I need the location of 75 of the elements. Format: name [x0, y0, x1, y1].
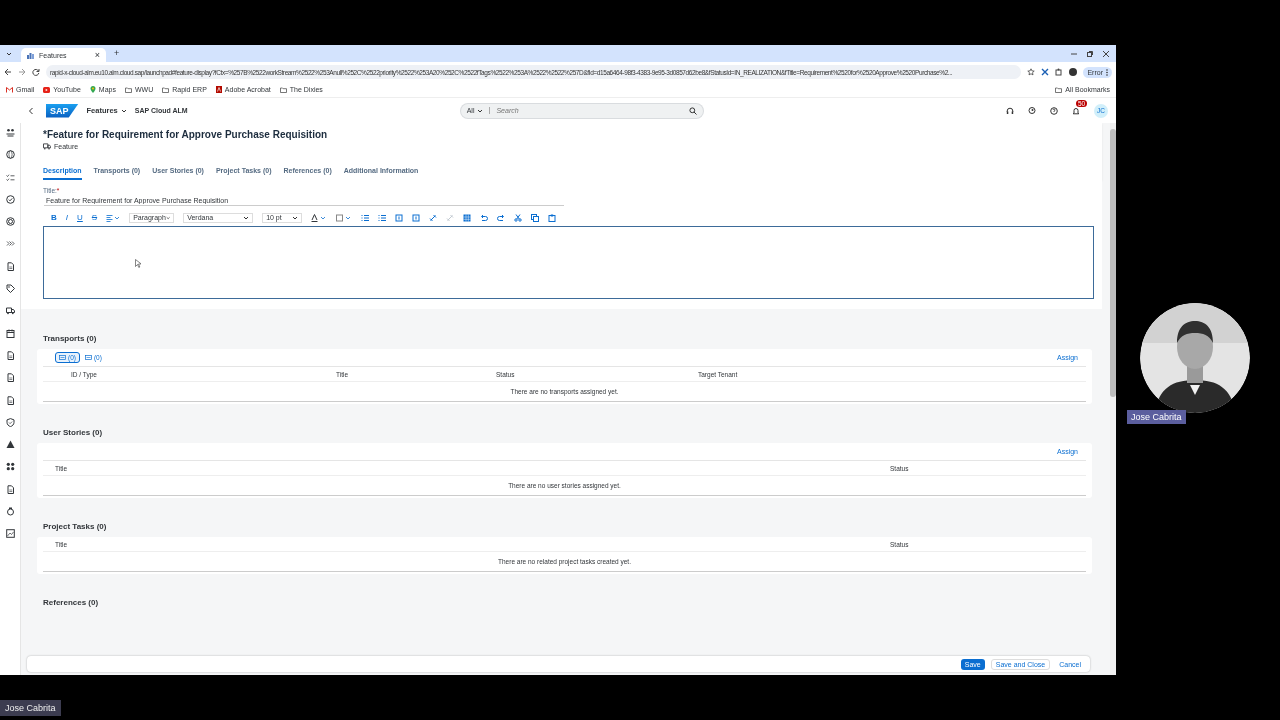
background-color-icon[interactable] — [336, 213, 353, 222]
section-heading: Transports (0) — [43, 334, 98, 343]
forward-icon[interactable] — [18, 68, 26, 76]
play-icon — [43, 86, 51, 93]
folder-icon — [1055, 86, 1063, 93]
document-icon[interactable] — [5, 261, 15, 271]
chart-favicon-icon — [27, 51, 34, 59]
new-tab-button[interactable]: + — [114, 49, 120, 58]
card-icon — [59, 355, 66, 360]
headset-icon[interactable] — [1006, 106, 1014, 115]
map-pin-icon — [89, 86, 96, 93]
caret-icon — [165, 215, 171, 220]
scrollbar[interactable] — [1110, 123, 1116, 675]
section-heading: Project Tasks (0) — [43, 522, 108, 531]
calendar-icon[interactable] — [5, 328, 15, 338]
paste-icon[interactable] — [548, 213, 557, 222]
caret-icon — [243, 215, 250, 220]
format-button[interactable]: U — [77, 213, 83, 222]
folder-icon — [124, 86, 132, 93]
indent-icon[interactable] — [412, 213, 421, 222]
text-editor[interactable] — [43, 226, 1094, 299]
close-tab-button[interactable]: × — [94, 50, 100, 60]
badge-icon[interactable] — [5, 507, 15, 517]
back-icon[interactable] — [4, 68, 12, 76]
bullets-icon[interactable] — [361, 213, 370, 222]
target-icon[interactable] — [5, 217, 15, 227]
format-button[interactable]: S — [91, 213, 98, 222]
participant-name: Jose Cabrita — [1127, 410, 1186, 424]
grid-icon[interactable] — [5, 462, 15, 472]
star-icon[interactable] — [1027, 68, 1036, 76]
folder-icon — [279, 86, 287, 93]
caret-icon — [292, 215, 299, 220]
section-heading: References (0) — [43, 598, 100, 607]
sap-logo[interactable]: SAP — [46, 103, 79, 118]
tag-icon[interactable] — [5, 284, 15, 294]
format-button[interactable]: B — [51, 213, 57, 222]
caret-icon — [477, 108, 484, 113]
image-icon[interactable] — [5, 529, 15, 539]
folder-icon — [162, 86, 170, 93]
undo-icon[interactable] — [480, 213, 489, 222]
list-icon — [84, 355, 92, 360]
restore-icon[interactable] — [1086, 49, 1094, 58]
page-title: *Feature for Requirement for Approve Purchase Requisition — [43, 129, 329, 140]
section-heading: User Stories (0) — [43, 428, 104, 437]
people-icon[interactable] — [5, 128, 15, 137]
redo-icon[interactable] — [497, 213, 506, 222]
text-color-icon[interactable] — [311, 213, 328, 222]
profile-avatar[interactable] — [1069, 68, 1078, 76]
warning-icon[interactable] — [5, 440, 15, 450]
table-icon[interactable] — [463, 213, 472, 222]
outdent-icon[interactable] — [395, 213, 404, 222]
search-icon[interactable] — [688, 106, 697, 115]
circle-check-icon[interactable] — [5, 194, 15, 204]
bell-icon[interactable] — [1072, 106, 1080, 115]
checklist-icon[interactable] — [5, 172, 15, 182]
mail-icon — [6, 86, 13, 93]
page-icon[interactable] — [5, 350, 15, 360]
link-icon[interactable] — [429, 213, 438, 222]
participant-name: Jose Cabrita — [0, 700, 61, 716]
format-button[interactable]: I — [65, 213, 68, 222]
help-icon[interactable] — [1050, 106, 1058, 115]
close-icon[interactable] — [1102, 49, 1110, 58]
copy-icon[interactable] — [531, 213, 540, 222]
mouse-cursor-icon — [135, 259, 141, 268]
chevrons-icon[interactable] — [5, 239, 15, 249]
reload-icon[interactable] — [32, 68, 40, 76]
numbers-icon[interactable] — [378, 213, 387, 222]
truck-icon[interactable] — [5, 306, 15, 316]
truck-icon — [43, 143, 51, 150]
cut-icon[interactable] — [514, 213, 523, 222]
document-icon — [215, 86, 222, 93]
shield-icon[interactable] — [5, 417, 15, 427]
caret-icon — [120, 108, 127, 113]
align-dropdown-icon[interactable] — [106, 213, 121, 222]
globe-icon[interactable] — [5, 150, 15, 160]
